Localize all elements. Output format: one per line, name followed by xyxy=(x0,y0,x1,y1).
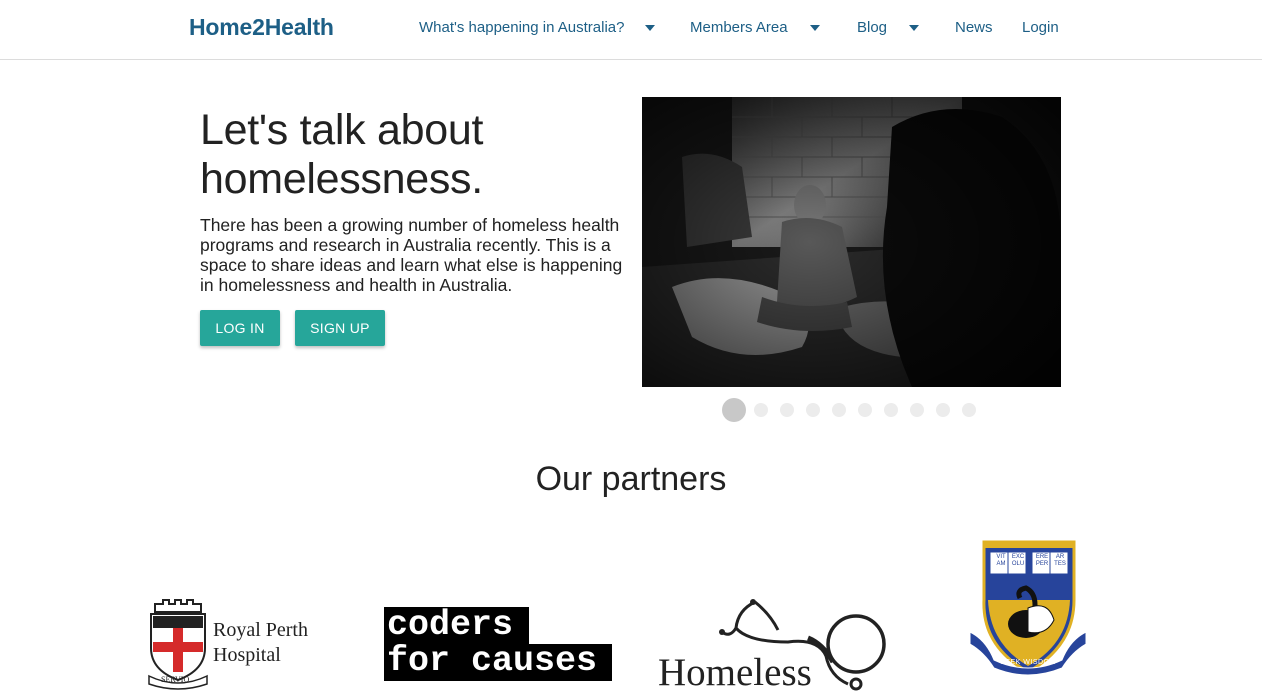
carousel-dot[interactable] xyxy=(884,403,898,417)
login-button[interactable]: LOG IN xyxy=(200,310,280,346)
cfc-line1: coders xyxy=(387,605,514,645)
nav-item-news[interactable]: News xyxy=(955,19,993,36)
uwa-motto: SEEK WISDOM xyxy=(1000,659,1056,666)
hero-description: There has been a growing number of homel… xyxy=(200,215,623,295)
caret-down-icon xyxy=(644,24,655,31)
uwa-book-text-2: EXC OLU xyxy=(1011,554,1025,567)
carousel-dot[interactable] xyxy=(962,403,976,417)
carousel-dot[interactable] xyxy=(832,403,846,417)
uwa-crest-icon xyxy=(969,540,1087,676)
carousel-dot[interactable] xyxy=(858,403,872,417)
rph-motto: SERVIO xyxy=(161,675,190,684)
cfc-line2: for causes xyxy=(387,641,598,681)
nav-item-login[interactable]: Login xyxy=(1022,19,1059,36)
uwa-book-text-4: AR TES xyxy=(1054,554,1066,567)
nav-item-members-area[interactable]: Members Area xyxy=(690,19,820,36)
nav-item-blog[interactable]: Blog xyxy=(857,19,920,36)
nav-item-label: Members Area xyxy=(690,19,788,36)
carousel-dot[interactable] xyxy=(722,398,746,422)
hero-title-line2: homelessness. xyxy=(200,155,483,203)
partner-logo-royal-perth-hospital[interactable]: SERVIO Royal Perth Hospital xyxy=(143,598,323,692)
nav-item-label: Blog xyxy=(857,19,888,36)
partner-logo-uwa[interactable]: VIT AM EXC OLU ERE PER AR TES SEEK WISDO… xyxy=(968,540,1088,676)
caret-down-icon xyxy=(809,24,820,31)
homeless-wordmark: Homeless xyxy=(658,651,812,692)
carousel-dot[interactable] xyxy=(806,403,820,417)
carousel-dot[interactable] xyxy=(936,403,950,417)
caret-down-icon xyxy=(909,24,920,31)
homeless-man-photo xyxy=(642,97,1061,387)
nav-item-label: Login xyxy=(1022,19,1059,36)
nav-item-whats-happening[interactable]: What's happening in Australia? xyxy=(419,19,655,36)
brand-logo[interactable]: Home2Health xyxy=(189,14,334,41)
carousel-dot[interactable] xyxy=(780,403,794,417)
hero-title: Let's talk about homelessness. xyxy=(200,106,483,204)
nav-item-label: News xyxy=(955,19,993,36)
partner-logo-homeless-healthcare[interactable]: Homeless xyxy=(658,598,894,692)
nav-item-label: What's happening in Australia? xyxy=(419,19,625,36)
carousel-slide-image[interactable] xyxy=(642,97,1061,387)
carousel-dot[interactable] xyxy=(754,403,768,417)
navbar: Home2Health What's happening in Australi… xyxy=(0,0,1262,60)
uwa-book-text-3: ERE PER xyxy=(1035,554,1049,567)
hero-title-line1: Let's talk about xyxy=(200,106,484,154)
uwa-book-text-1: VIT AM xyxy=(996,554,1006,567)
rph-name-line1: Royal Perth xyxy=(213,619,308,641)
rph-name-line2: Hospital xyxy=(213,644,281,666)
partner-logo-coders-for-causes[interactable]: coders for causes xyxy=(384,607,612,681)
partners-heading: Our partners xyxy=(535,460,727,498)
carousel-indicators xyxy=(722,398,988,422)
carousel-dot[interactable] xyxy=(910,403,924,417)
signup-button[interactable]: SIGN UP xyxy=(295,310,385,346)
